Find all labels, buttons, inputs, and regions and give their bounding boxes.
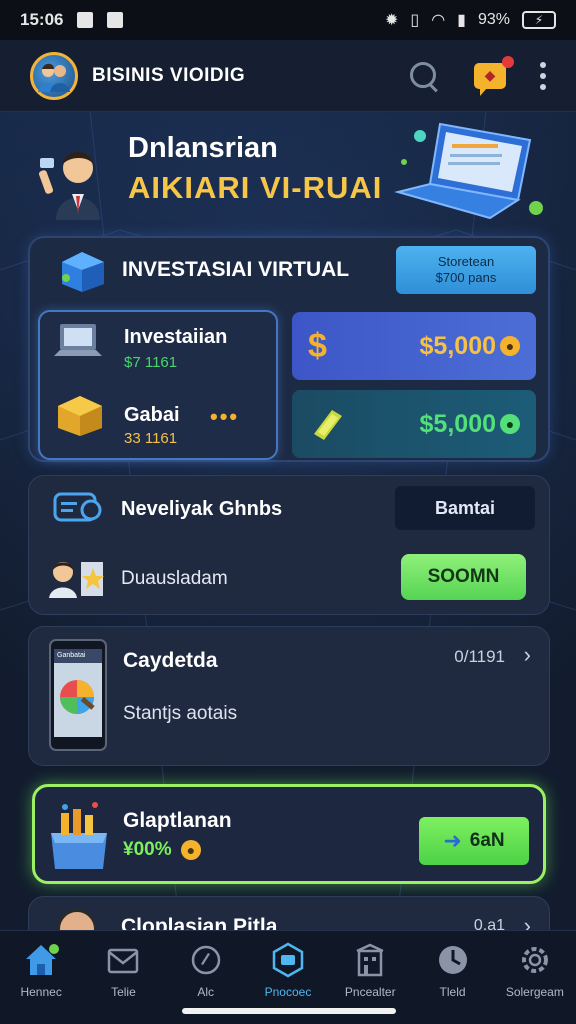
status-icons: ✹ ▯ ◠ ▮ 93% ⚡ bbox=[385, 10, 556, 30]
balance-panel-primary[interactable]: $ $5,000 ● bbox=[292, 312, 536, 380]
header-actions: ◆ bbox=[408, 55, 546, 96]
item-sub-gabai: 33 1161 bbox=[124, 430, 178, 447]
avatar[interactable] bbox=[30, 51, 78, 100]
nav-item-settings[interactable]: Solergeam bbox=[494, 931, 576, 1024]
home-icon bbox=[26, 944, 60, 975]
more-dots-icon[interactable]: ••• bbox=[210, 404, 239, 430]
nav-label: Telie bbox=[111, 985, 136, 999]
avatar-people-icon bbox=[38, 63, 70, 92]
signal-icon: ▮ bbox=[457, 12, 466, 29]
store-button-line1: Storetean bbox=[437, 254, 495, 269]
nav-item-clock[interactable]: Tleld bbox=[411, 931, 493, 1024]
businessman-illustration bbox=[38, 152, 100, 220]
box-icon bbox=[58, 396, 102, 436]
nav-label: Solergeam bbox=[505, 985, 564, 999]
go-button-label: 6aN bbox=[469, 830, 505, 851]
calendar-subtitle: Stantjs aotais bbox=[123, 703, 238, 724]
coin-icon: ● bbox=[500, 336, 520, 356]
store-button[interactable]: Storetean $700 pans bbox=[396, 246, 536, 294]
coin-icon: ● bbox=[500, 414, 520, 434]
chevron-right-icon: › bbox=[523, 642, 531, 667]
highlight-title: Glaptlanan bbox=[123, 809, 232, 832]
wifi-icon: ◠ bbox=[431, 12, 446, 29]
dollar-icon: $ bbox=[308, 326, 327, 365]
building-icon bbox=[356, 943, 384, 977]
nav-label: Pnocoec bbox=[264, 985, 312, 999]
gift-box-icon bbox=[51, 802, 107, 869]
note-dark-button[interactable]: Bamtai bbox=[395, 486, 535, 530]
hero-subtitle: AIKIARI VI-RUAI bbox=[128, 170, 383, 205]
gear-icon bbox=[521, 947, 548, 973]
highlight-card[interactable]: Glaptlanan ¥00% ● ➜ 6aN bbox=[32, 784, 546, 884]
highlight-percent: ¥00% bbox=[123, 839, 172, 860]
app-header: BISINIS VIOIDIG ◆ bbox=[0, 40, 576, 112]
note-subtitle: Duausladam bbox=[121, 568, 228, 589]
calendar-card[interactable]: Ganbatai Caydetda 0/1191 › Stantjs aotai… bbox=[28, 626, 550, 766]
coin-icon: ● bbox=[180, 839, 201, 860]
investment-title: INVESTASIAI VIRTUAL bbox=[122, 258, 350, 281]
nav-label: Tleld bbox=[439, 985, 466, 999]
clock-icon bbox=[438, 946, 467, 974]
status-bar: 15:06 ✹ ▯ ◠ ▮ 93% ⚡ bbox=[0, 0, 576, 40]
go-button[interactable]: ➜ 6aN bbox=[419, 817, 529, 865]
phone-label: Ganbatai bbox=[57, 652, 86, 659]
search-icon[interactable] bbox=[408, 60, 440, 92]
nav-item-home[interactable]: Hennec bbox=[0, 931, 82, 1024]
note-card: Neveliyak Ghnbs Bamtai Duausladam SOOMN bbox=[28, 475, 550, 615]
more-options-icon[interactable] bbox=[540, 61, 546, 90]
nav-label: Pncealter bbox=[344, 985, 396, 999]
vibrate-icon: ▯ bbox=[410, 12, 420, 29]
cube-icon bbox=[62, 252, 104, 292]
home-indicator[interactable] bbox=[182, 1008, 396, 1014]
item-name-gabai: Gabai bbox=[124, 404, 180, 426]
chat-icon[interactable]: ◆ bbox=[474, 55, 514, 96]
card-icon bbox=[53, 492, 102, 522]
alarm-icon: ✹ bbox=[384, 12, 399, 29]
app-title: BISINIS VIOIDIG bbox=[92, 64, 246, 86]
hero-title: Dnlansrian bbox=[128, 132, 278, 164]
item-name-investasi: Investaiian bbox=[124, 326, 228, 348]
calendar-title: Caydetda bbox=[123, 649, 218, 672]
notification-dot bbox=[502, 55, 514, 68]
nav-label: Hennec bbox=[20, 985, 62, 999]
person-star-icon bbox=[49, 562, 104, 598]
balance-panel-secondary[interactable]: $5,000 ● bbox=[292, 390, 536, 458]
investment-card: INVESTASIAI VIRTUAL Storetean $700 pans … bbox=[28, 236, 550, 462]
nav-label: Alc bbox=[197, 985, 215, 999]
item-sub-investasi: $7 1161 bbox=[124, 354, 178, 371]
ticket-icon bbox=[314, 410, 342, 440]
balance-value-primary: $5,000 bbox=[419, 331, 496, 360]
notification-icon bbox=[77, 12, 94, 28]
battery-icon: ⚡ bbox=[522, 11, 556, 29]
status-time: 15:06 bbox=[20, 10, 64, 29]
hero-banner: Dnlansrian AIKIARI VI-RUAI bbox=[0, 122, 576, 230]
arrow-right-icon: ➜ bbox=[443, 828, 462, 853]
compass-icon bbox=[191, 945, 220, 975]
notification-icon bbox=[107, 12, 124, 28]
investment-items-card[interactable]: Investaiian $7 1161 Gabai 33 1161 ••• bbox=[38, 310, 278, 460]
highlight-subtitle: ¥00% ● bbox=[123, 839, 201, 861]
note-title: Neveliyak Ghnbs bbox=[121, 498, 283, 520]
note-green-button[interactable]: SOOMN bbox=[401, 554, 526, 600]
store-button-line2: $700 pans bbox=[435, 270, 497, 285]
calendar-meta: 0/1191 bbox=[454, 647, 505, 666]
laptop-icon bbox=[54, 324, 102, 356]
laptop-illustration bbox=[394, 122, 543, 220]
nav-item-mail[interactable]: Telie bbox=[82, 931, 164, 1024]
wallet-icon bbox=[272, 942, 304, 978]
mail-icon bbox=[108, 948, 139, 974]
battery-percent: 93% bbox=[477, 11, 510, 28]
balance-value-secondary: $5,000 bbox=[419, 409, 496, 438]
